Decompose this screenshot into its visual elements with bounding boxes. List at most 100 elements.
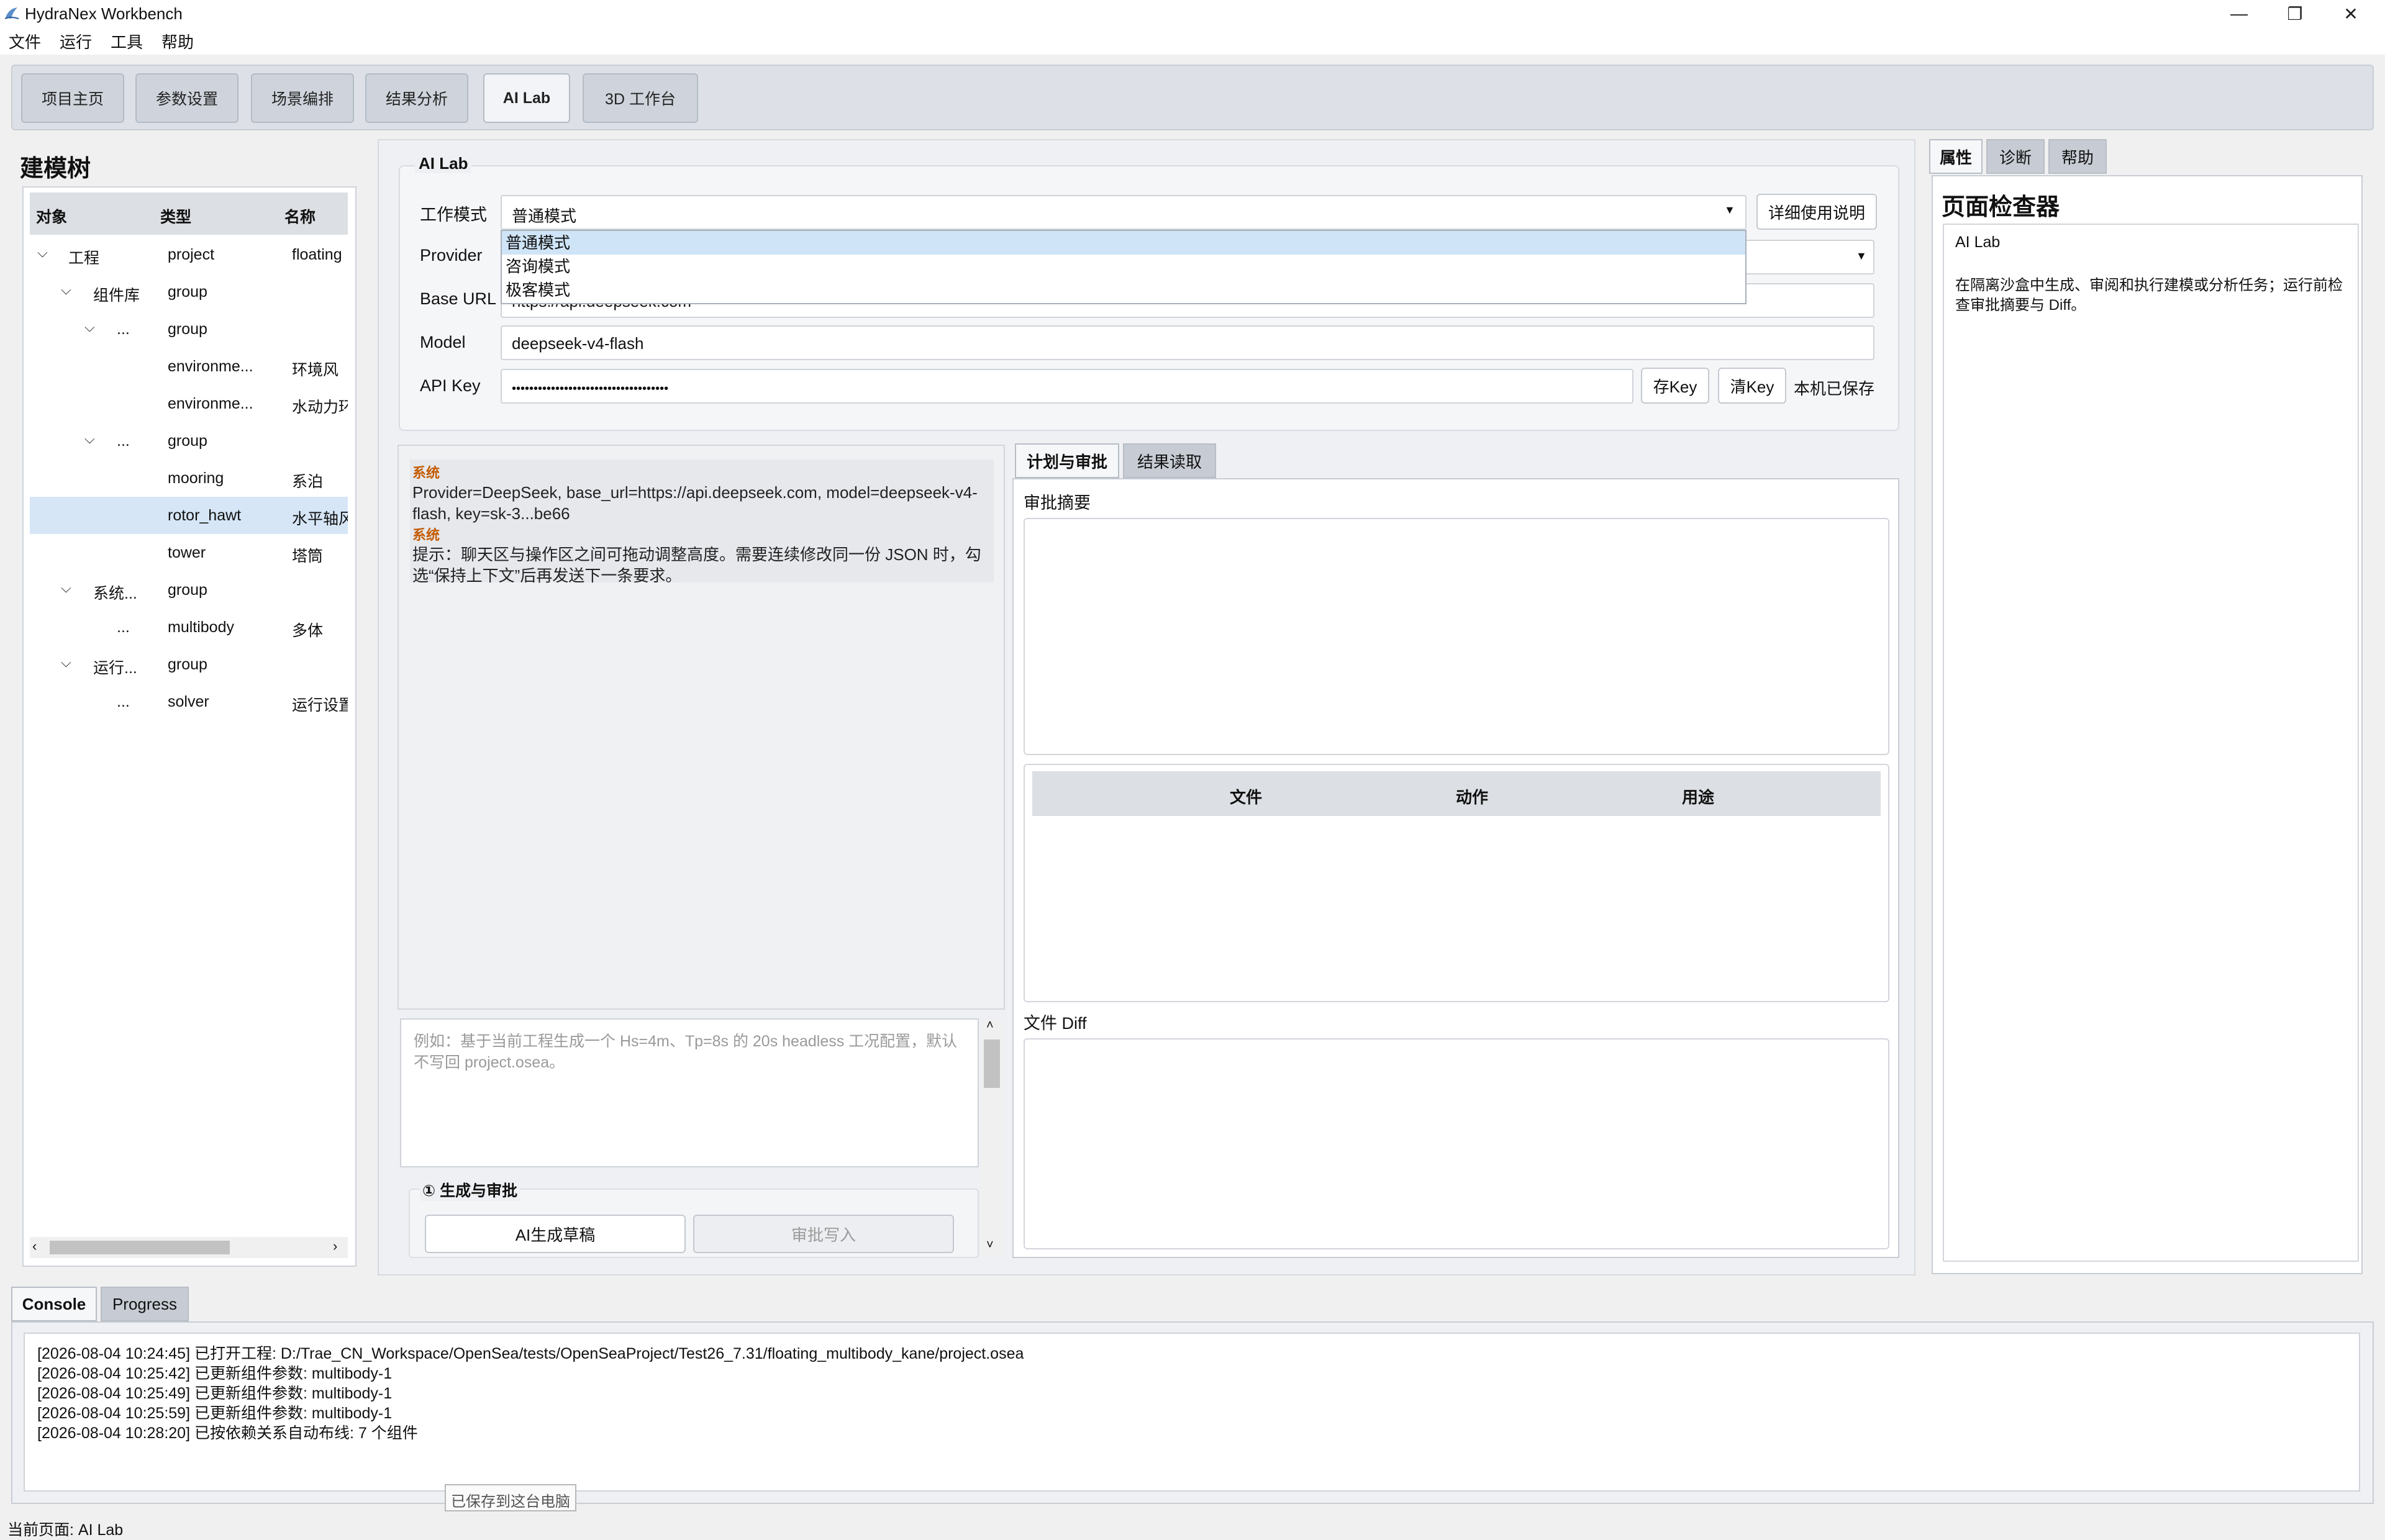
tab-console[interactable]: Console [11, 1287, 97, 1321]
prompt-input[interactable]: 例如：基于当前工程生成一个 Hs=4m、Tp=8s 的 20s headless… [400, 1018, 979, 1167]
tab-3d-workbench[interactable]: 3D 工作台 [583, 73, 698, 123]
scroll-thumb[interactable] [984, 1040, 1000, 1088]
tab-result-read[interactable]: 结果读取 [1123, 443, 1216, 478]
col-action[interactable]: 动作 [1456, 785, 1488, 808]
prompt-placeholder: 例如：基于当前工程生成一个 Hs=4m、Tp=8s 的 20s headless… [414, 1033, 958, 1071]
minimize-button[interactable]: — [2211, 0, 2267, 27]
col-purpose[interactable]: 用途 [1682, 785, 1714, 808]
menu-help[interactable]: 帮助 [161, 30, 194, 53]
scroll-left-icon[interactable]: ‹ [32, 1238, 37, 1254]
tab-progress[interactable]: Progress [101, 1287, 189, 1321]
console-output[interactable]: [2026-08-04 10:24:45] 已打开工程: D:/Trae_CN_… [24, 1333, 2360, 1492]
inspector-page-name: AI Lab [1955, 233, 2001, 251]
tree-row[interactable]: mooring 系泊 [30, 460, 348, 497]
clear-key-button[interactable]: 清Key [1718, 368, 1786, 404]
chat-vscrollbar[interactable]: ˄ ˅ [981, 1018, 1002, 1257]
tab-parameters[interactable]: 参数设置 [135, 73, 238, 123]
tree-cell-object: ... [117, 693, 130, 710]
chevron-down-icon[interactable]: ⌵ [61, 580, 71, 596]
tree-cell-object: 运行... [93, 659, 137, 677]
message-text: 提示：聊天区与操作区之间可拖动调整高度。需要连续修改同一份 JSON 时，勾选“… [412, 545, 981, 585]
chevron-down-icon[interactable]: ⌵ [84, 431, 95, 447]
summary-box[interactable] [1024, 518, 1889, 755]
status-bar-text: 当前页面: AI Lab [7, 1521, 124, 1539]
tree-cell-object: 系统... [93, 585, 137, 602]
tree-row[interactable]: ⌵ 工程 project floating [30, 236, 348, 273]
tree-row[interactable]: ... solver 运行设置 [30, 683, 348, 720]
tree-cell-name: 塔筒 [292, 548, 324, 565]
tab-properties[interactable]: 属性 [1929, 139, 1983, 174]
scroll-thumb[interactable] [50, 1241, 230, 1254]
api-key-input[interactable]: •••••••••••••••••••••••••••••••••••• [501, 369, 1633, 404]
chevron-down-icon[interactable]: ⌵ [84, 319, 95, 335]
close-button[interactable]: ✕ [2323, 0, 2379, 27]
tree-cell-object: environme... [168, 395, 253, 412]
tree-row[interactable]: ... multibody 多体 [30, 609, 348, 646]
chevron-down-icon[interactable]: ⌵ [61, 282, 71, 298]
tree-row-selected[interactable]: rotor_hawt 水平轴风 [30, 497, 348, 534]
tree-row[interactable]: tower 塔筒 [30, 534, 348, 571]
model-input[interactable]: deepseek-v4-flash [501, 325, 1874, 360]
save-key-button[interactable]: 存Key [1641, 368, 1709, 404]
tab-results[interactable]: 结果分析 [365, 73, 468, 123]
tree-col-name[interactable]: 名称 [284, 205, 316, 227]
col-file[interactable]: 文件 [1230, 785, 1262, 808]
tree-row[interactable]: ⌵ 组件库 group [30, 273, 348, 310]
mode-option-geek[interactable]: 极客模式 [502, 278, 1745, 302]
title-bar: HydraNex Workbench — ❐ ✕ [0, 0, 2385, 27]
inspector-content: AI Lab 在隔离沙盒中生成、审阅和执行建模或分析任务；运行前检查审批摘要与 … [1943, 224, 2359, 1262]
base-url-label: Base URL [420, 289, 497, 308]
inspector-title: 页面检查器 [1942, 194, 2060, 220]
scroll-right-icon[interactable]: › [333, 1238, 337, 1254]
tree-row[interactable]: ⌵ ... group [30, 310, 348, 348]
mode-select[interactable]: 普通模式 [501, 195, 1747, 230]
scroll-up-icon[interactable]: ˄ [986, 1018, 994, 1033]
tree-cell-name: floating [292, 246, 342, 263]
approve-write-button[interactable]: 审批写入 [693, 1215, 954, 1253]
help-button[interactable]: 详细使用说明 [1756, 194, 1877, 230]
tree-row[interactable]: ⌵ 运行... group [30, 646, 348, 683]
model-label: Model [420, 333, 466, 351]
log-line: [2026-08-04 10:25:59] 已更新组件参数: multibody… [37, 1405, 393, 1422]
message-role: 系统 [412, 527, 440, 543]
mode-option-normal[interactable]: 普通模式 [502, 231, 1745, 255]
tree-row[interactable]: environme... 水动力环 [30, 385, 348, 422]
tree-row[interactable]: ⌵ ... group [30, 422, 348, 460]
tree-hscrollbar[interactable]: ‹ › [30, 1237, 348, 1258]
log-line: [2026-08-04 10:28:20] 已按依赖关系自动布线: 7 个组件 [37, 1424, 418, 1442]
tab-scenario[interactable]: 场景编排 [251, 73, 354, 123]
group-title: AI Lab [415, 154, 472, 173]
tree-col-object[interactable]: 对象 [36, 205, 67, 227]
menu-tools[interactable]: 工具 [111, 30, 143, 53]
maximize-button[interactable]: ❐ [2267, 0, 2323, 27]
provider-label: Provider [420, 246, 483, 265]
tree-cell-name: 运行设置 [292, 697, 348, 714]
api-key-value: •••••••••••••••••••••••••••••••••••• [512, 382, 669, 396]
tree-cell-name: 系泊 [292, 473, 324, 491]
menu-run[interactable]: 运行 [60, 30, 92, 53]
tree-row[interactable]: environme... 环境风 [30, 348, 348, 385]
diff-box[interactable] [1024, 1038, 1889, 1249]
window-title: HydraNex Workbench [25, 4, 183, 23]
tab-diagnostics[interactable]: 诊断 [1986, 139, 2045, 174]
tab-ai-lab[interactable]: AI Lab [483, 73, 570, 123]
tree-cell-object: ... [117, 432, 130, 450]
ai-generate-button[interactable]: AI生成草稿 [425, 1215, 686, 1253]
chevron-down-icon[interactable]: ⌵ [61, 654, 71, 671]
caret-down-icon[interactable]: ▼ [1724, 204, 1735, 217]
tab-plan-approval[interactable]: 计划与审批 [1015, 443, 1119, 478]
tree-col-type[interactable]: 类型 [160, 205, 191, 227]
tab-help[interactable]: 帮助 [2048, 139, 2107, 174]
menu-file[interactable]: 文件 [9, 30, 41, 53]
tab-project-home[interactable]: 项目主页 [21, 73, 124, 123]
tree-cell-name: 水平轴风 [292, 510, 348, 528]
nav-tab-strip: 项目主页 参数设置 场景编排 结果分析 AI Lab 3D 工作台 [11, 65, 2374, 130]
file-table[interactable]: 文件 动作 用途 [1024, 764, 1889, 1002]
scroll-down-icon[interactable]: ˅ [986, 1238, 994, 1252]
tree-row[interactable]: ⌵ 系统... group [30, 571, 348, 609]
log-line: [2026-08-04 10:25:42] 已更新组件参数: multibody… [37, 1365, 393, 1382]
mode-option-consult[interactable]: 咨询模式 [502, 255, 1745, 278]
key-status-text: 本机已保存 [1794, 379, 1875, 398]
caret-down-icon[interactable]: ▼ [1856, 250, 1867, 263]
chevron-down-icon[interactable]: ⌵ [37, 245, 48, 261]
